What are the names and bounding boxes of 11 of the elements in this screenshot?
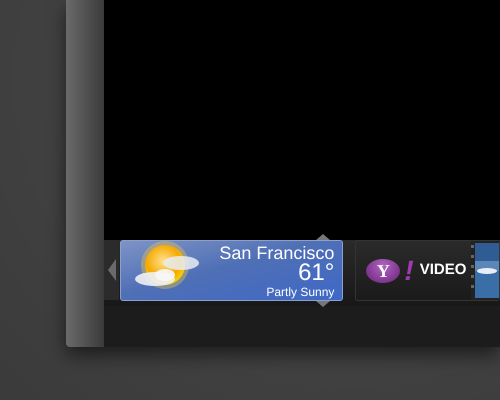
video-label: VIDEO [420, 260, 466, 280]
logo-mark: ! [404, 256, 414, 284]
video-widget[interactable]: Y ! VIDEO [355, 240, 500, 301]
left-arrow-icon [106, 259, 117, 281]
down-arrow-icon[interactable] [316, 301, 330, 307]
weather-condition: Partly Sunny [266, 285, 334, 299]
logo-letter: Y [366, 258, 400, 282]
temperature: 61° [298, 261, 334, 285]
weather-widget[interactable]: San Francisco 61° Partly Sunny [120, 240, 344, 301]
city-name: San Francisco [219, 243, 334, 263]
up-arrow-icon[interactable] [316, 234, 330, 240]
